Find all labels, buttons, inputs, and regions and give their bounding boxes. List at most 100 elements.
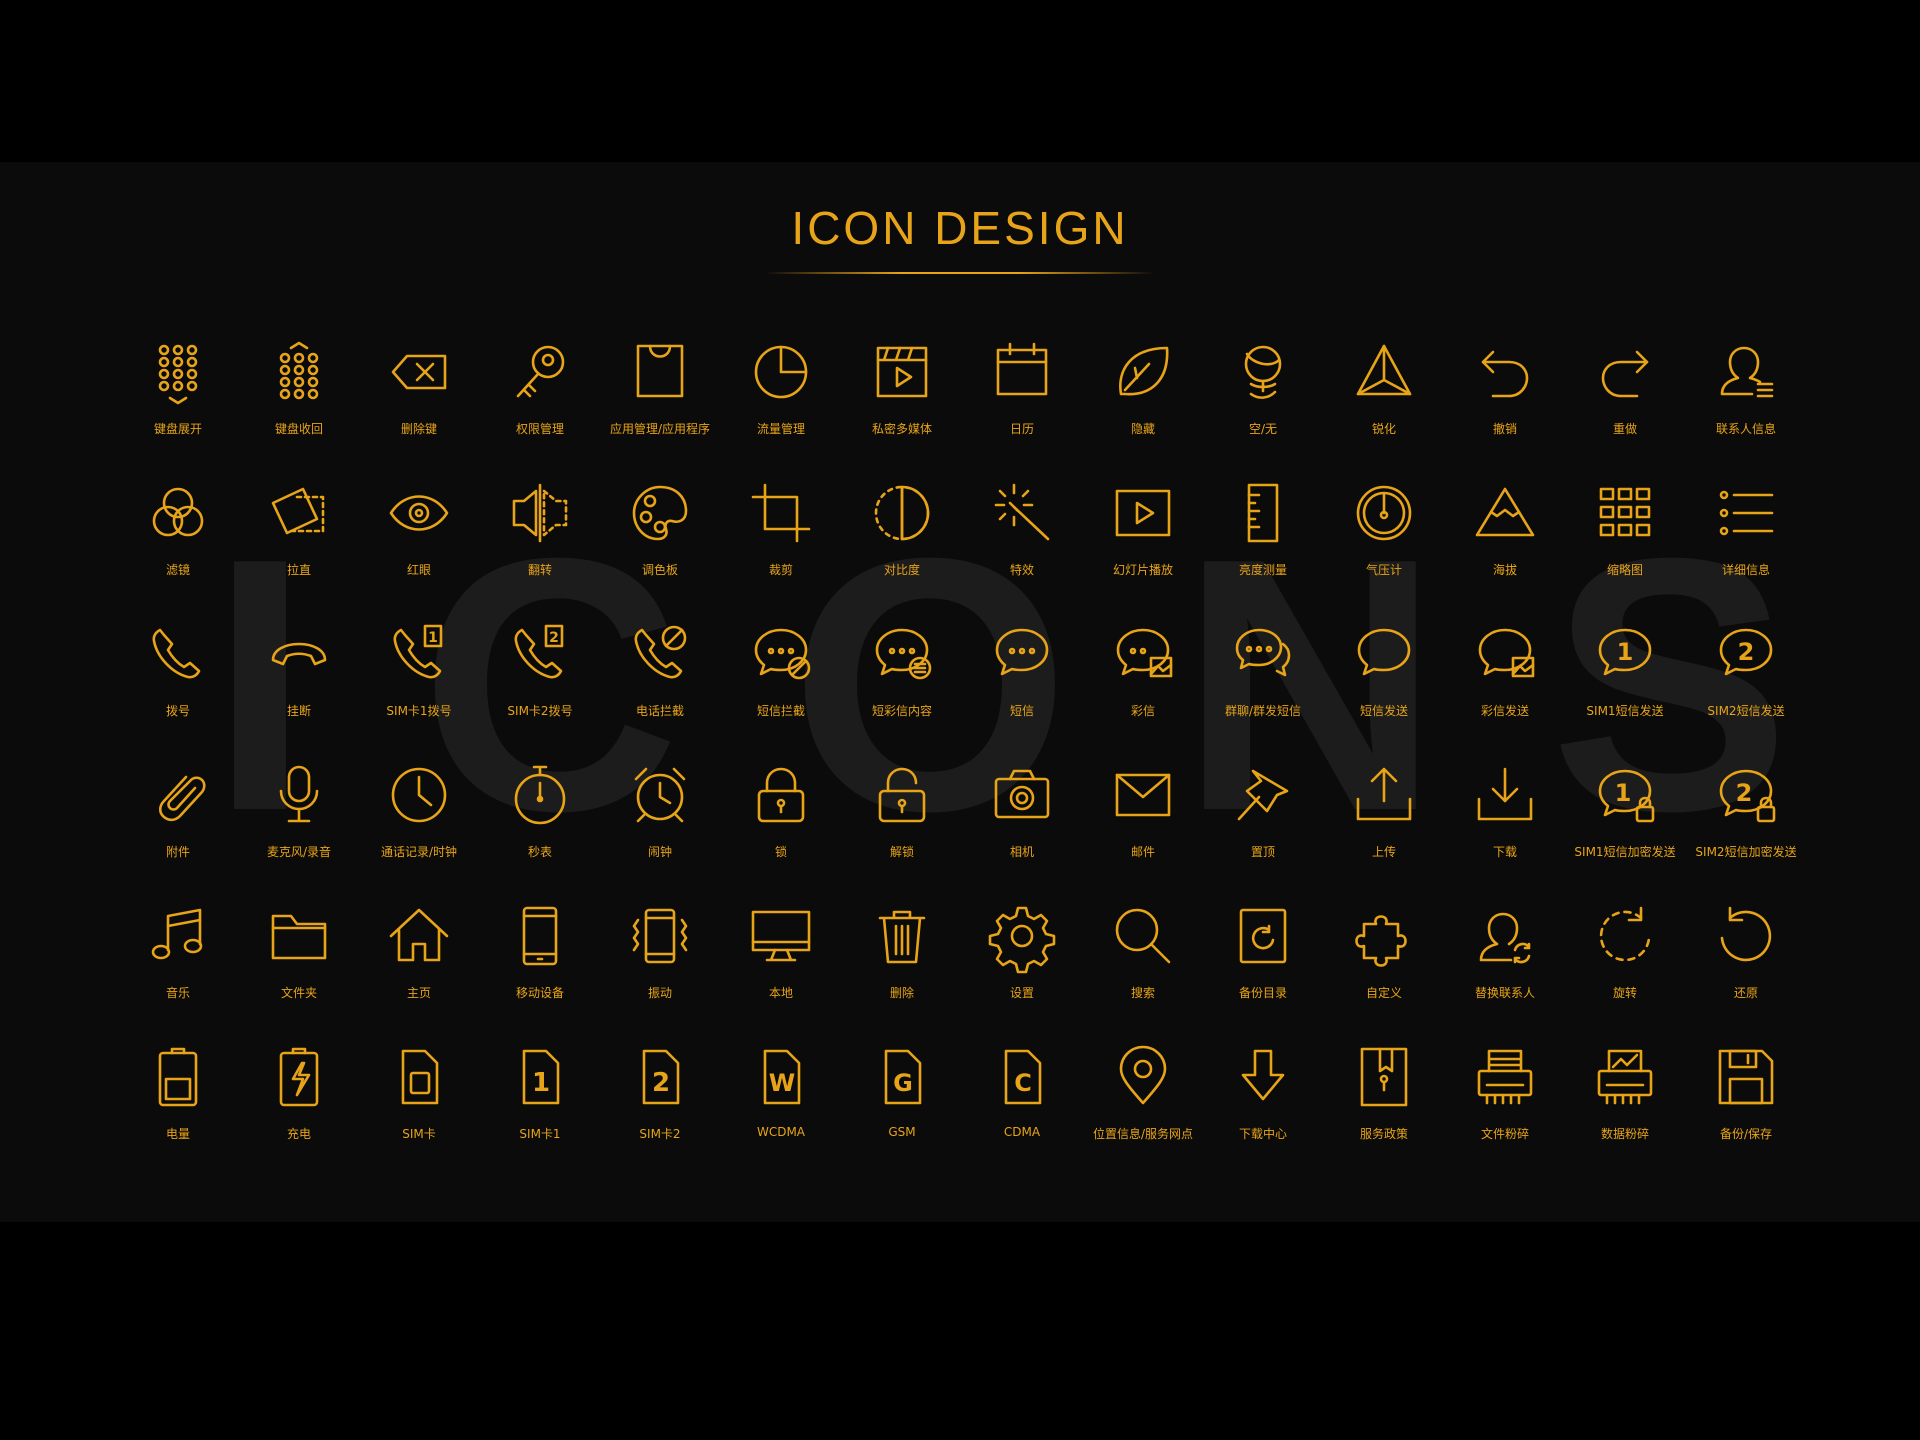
rotate-icon (1599, 906, 1651, 962)
hang-up-icon (271, 642, 327, 666)
icon-cell-message-send: 短信发送 (1314, 622, 1454, 752)
icon-cell-message-content: 短彩信内容 (832, 622, 972, 752)
sim1-message-icon: 1 (1598, 628, 1652, 676)
details-list-icon (1719, 490, 1774, 536)
icon-cell-cdma-card: C CDMA (952, 1045, 1092, 1175)
pie-chart-icon (754, 345, 808, 399)
icon-cell-sim1-message: 1 SIM1短信发送 (1555, 622, 1695, 752)
undo-icon (1481, 350, 1529, 398)
message-content-icon (875, 628, 932, 680)
icon-cell-location-pin: 位置信息/服务网点 (1073, 1045, 1213, 1175)
icon-cell-undo: 撤销 (1435, 340, 1575, 470)
icon-cell-clapperboard: 私密多媒体 (832, 340, 972, 470)
barometer-icon (1356, 485, 1412, 541)
icon-cell-clock: 通话记录/时钟 (349, 763, 489, 893)
icon-cell-backspace: 删除键 (349, 340, 489, 470)
restore-icon (1720, 906, 1772, 962)
icon-cell-slideshow-play: 幻灯片播放 (1073, 481, 1213, 611)
icon-cell-straighten: 拉直 (229, 481, 369, 611)
slideshow-play-icon (1115, 489, 1171, 537)
icon-label: 详细信息 (1721, 563, 1770, 577)
icon-cell-monitor: 本地 (711, 904, 851, 1034)
redo-icon (1601, 350, 1649, 398)
svg-text:2: 2 (1736, 779, 1753, 807)
thumbnails-grid-icon (1599, 487, 1651, 537)
search-icon (1115, 908, 1171, 964)
icon-cell-shopping-bag: 应用管理/应用程序 (590, 340, 730, 470)
icon-cell-leaf: 隐藏 (1073, 340, 1213, 470)
icon-cell-pin: 置顶 (1193, 763, 1333, 893)
shopping-bag-icon (636, 344, 684, 398)
icon-cell-folder: 文件夹 (229, 904, 369, 1034)
svg-text:W: W (769, 1069, 795, 1097)
icon-cell-pie-chart: 流量管理 (711, 340, 851, 470)
icon-cell-mms: 彩信 (1073, 622, 1213, 752)
contact-info-icon (1720, 346, 1774, 398)
icon-cell-lock: 锁 (711, 763, 851, 893)
icon-cell-phone: 拨号 (108, 622, 248, 752)
icon-label: 备份/保存 (1719, 1127, 1773, 1141)
crop-icon (751, 483, 811, 543)
icon-cell-group-message: 群聊/群发短信 (1193, 622, 1333, 752)
icon-cell-download-center: 下载中心 (1193, 1045, 1333, 1175)
icon-cell-music-note: 音乐 (108, 904, 248, 1034)
leaf-icon (1119, 346, 1169, 396)
icon-cell-key: 权限管理 (470, 340, 610, 470)
data-shredder-icon (1597, 1049, 1653, 1105)
folder-icon (271, 914, 327, 960)
music-note-icon (151, 908, 203, 960)
vibrate-icon (632, 908, 688, 964)
home-icon (389, 908, 449, 962)
location-pin-icon (1119, 1045, 1167, 1105)
icon-cell-upload: 上传 (1314, 763, 1454, 893)
replace-contact-icon (1479, 912, 1531, 964)
download-center-icon (1241, 1049, 1285, 1101)
paperclip-icon (158, 775, 206, 822)
icon-cell-redo: 重做 (1555, 340, 1695, 470)
svg-text:C: C (1014, 1069, 1032, 1097)
svg-text:1: 1 (1615, 779, 1632, 807)
icon-cell-eye: 红眼 (349, 481, 489, 611)
backup-directory-icon (1239, 908, 1287, 964)
title-underline (765, 272, 1155, 274)
icon-cell-trash: 删除 (832, 904, 972, 1034)
icon-cell-sim-card-1: 1 SIM卡1 (470, 1045, 610, 1175)
icon-cell-replace-contact: 替换联系人 (1435, 904, 1575, 1034)
globe-stand-icon (1244, 345, 1282, 399)
icon-label: 还原 (1733, 986, 1758, 1000)
icon-cell-keyboard-collapse: 键盘收回 (229, 340, 369, 470)
keyboard-expand-icon (158, 344, 198, 405)
mms-send-icon (1478, 628, 1535, 678)
icon-cell-barometer: 气压计 (1314, 481, 1454, 611)
icon-label: SIM2短信加密发送 (1695, 845, 1797, 859)
icon-cell-sim2-encrypted-message: 2 SIM2短信加密发送 (1676, 763, 1816, 893)
straighten-icon (271, 487, 325, 535)
message-icon (995, 628, 1049, 676)
icon-cell-gear: 设置 (952, 904, 1092, 1034)
magic-wand-icon (994, 483, 1050, 541)
stopwatch-icon (514, 765, 566, 825)
filter-circles-icon (152, 487, 204, 537)
icon-cell-rotate: 旋转 (1555, 904, 1695, 1034)
mobile-device-icon (522, 906, 558, 966)
contrast-icon (874, 485, 930, 541)
icon-cell-globe-stand: 空/无 (1193, 340, 1333, 470)
icon-cell-download: 下载 (1435, 763, 1575, 893)
svg-text:G: G (893, 1069, 913, 1097)
svg-text:2: 2 (549, 630, 559, 646)
upload-icon (1356, 767, 1412, 821)
icon-cell-keyboard-expand: 键盘展开 (108, 340, 248, 470)
charging-icon (279, 1047, 319, 1107)
puzzle-icon (1355, 915, 1407, 967)
icon-cell-filter-circles: 滤镜 (108, 481, 248, 611)
icon-cell-crop: 裁剪 (711, 481, 851, 611)
icon-cell-data-shredder: 数据粉碎 (1555, 1045, 1695, 1175)
icon-cell-message-block: 短信拦截 (711, 622, 851, 752)
icon-cell-calendar: 日历 (952, 340, 1092, 470)
camera-icon (994, 769, 1050, 819)
pin-icon (1237, 769, 1289, 821)
icon-cell-sim-card-2: 2 SIM卡2 (590, 1045, 730, 1175)
sim-card-2-icon: 2 (642, 1049, 680, 1105)
file-shredder-icon (1477, 1049, 1533, 1105)
sim2-message-icon: 2 (1719, 628, 1773, 676)
